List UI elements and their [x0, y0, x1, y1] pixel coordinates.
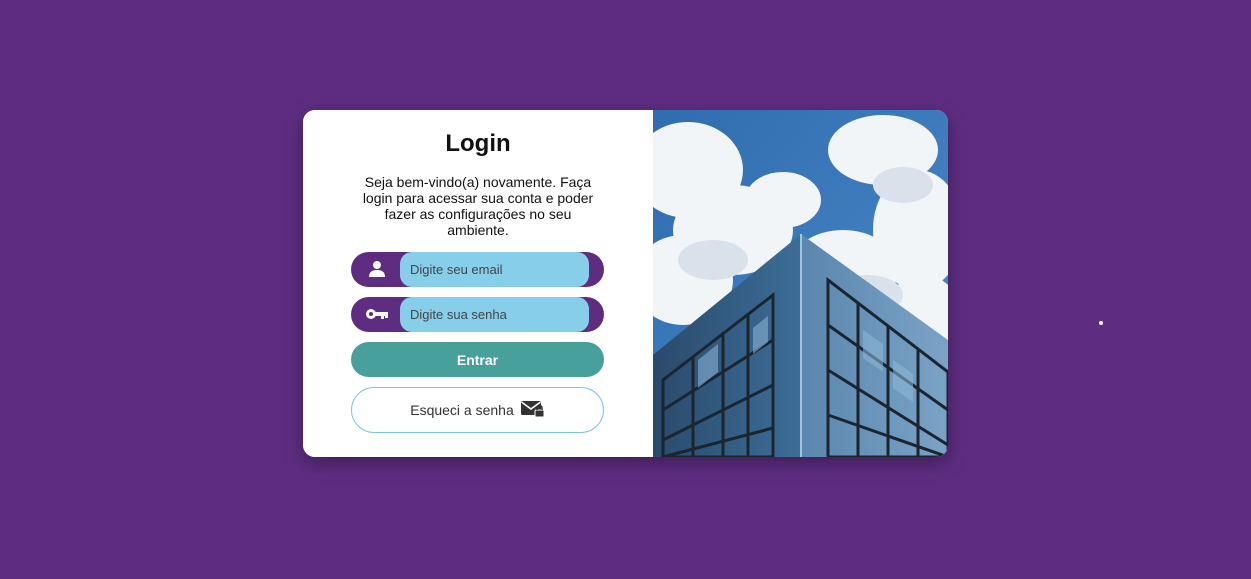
login-subtitle: Seja bem-vindo(a) novamente. Faça login …	[362, 174, 594, 238]
login-form-panel: Login Seja bem-vindo(a) novamente. Faça …	[303, 110, 653, 457]
email-field	[351, 252, 604, 287]
user-icon	[365, 258, 389, 280]
login-card: Login Seja bem-vindo(a) novamente. Faça …	[303, 110, 948, 457]
password-field	[351, 297, 604, 332]
decorative-dot	[1099, 321, 1103, 325]
email-input[interactable]	[400, 252, 589, 287]
submit-button[interactable]: Entrar	[351, 342, 604, 377]
mail-lock-icon	[520, 400, 545, 421]
password-input[interactable]	[400, 297, 589, 332]
forgot-password-button[interactable]: Esqueci a senha	[351, 387, 604, 433]
forgot-password-label: Esqueci a senha	[410, 402, 514, 418]
login-title: Login	[445, 130, 511, 157]
key-icon	[365, 303, 389, 325]
building-image	[653, 110, 948, 457]
